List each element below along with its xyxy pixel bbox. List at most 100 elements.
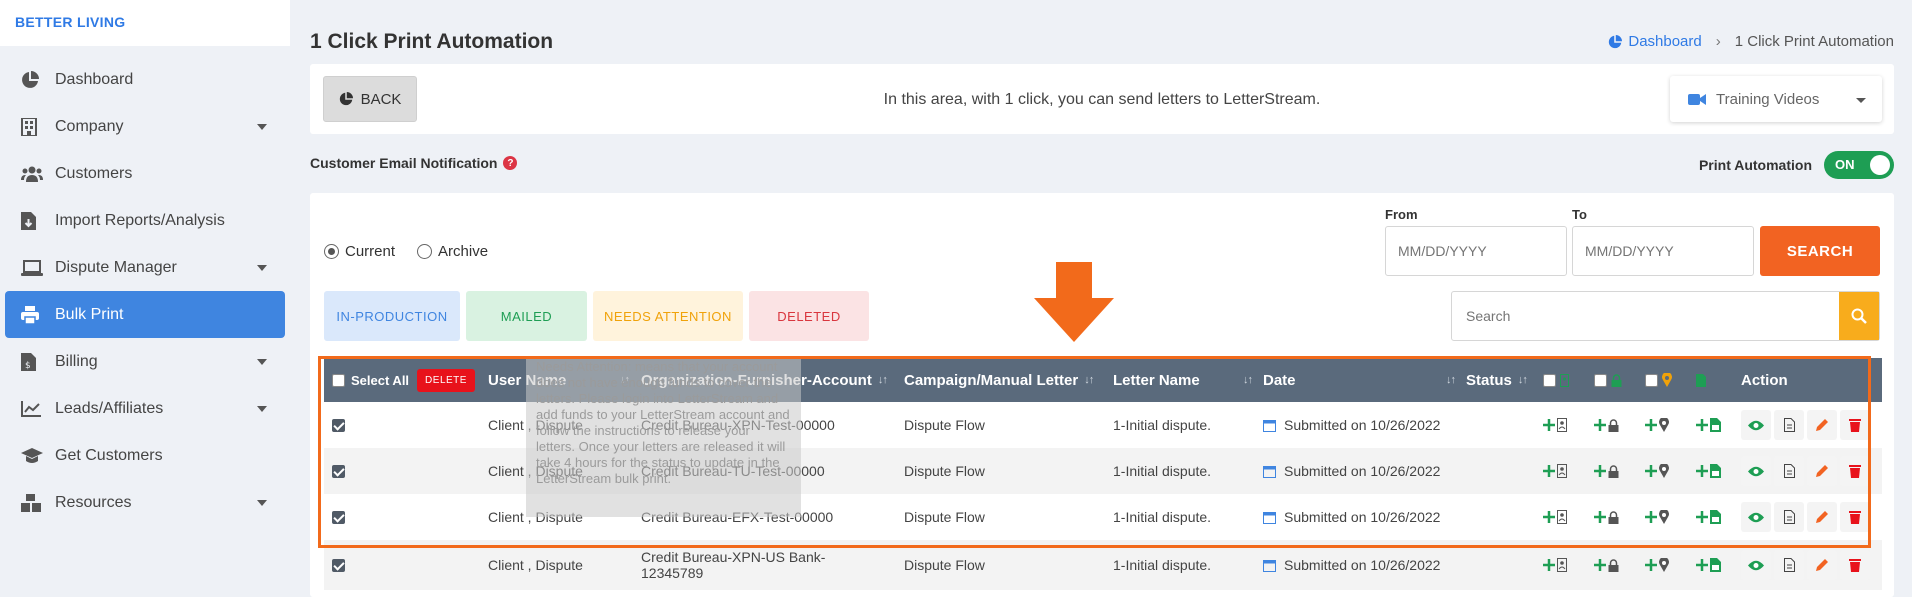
brand-logo[interactable]: BETTER LIVING xyxy=(0,0,290,46)
sidebar-item-dashboard[interactable]: Dashboard xyxy=(5,56,285,103)
date-text: Submitted on 10/26/2022 xyxy=(1284,557,1441,573)
print-automation-label: Print Automation xyxy=(1698,157,1812,173)
sidebar-item-leads-affiliates[interactable]: Leads/Affiliates xyxy=(5,385,285,432)
breadcrumb-current: 1 Click Print Automation xyxy=(1734,33,1894,50)
sidebar-item-label: Resources xyxy=(55,493,132,511)
page-title: 1 Click Print Automation xyxy=(310,30,554,53)
tab-mailed[interactable]: MAILED xyxy=(466,291,587,341)
sidebar-item-label: Bulk Print xyxy=(55,305,124,323)
tab-needs-attention[interactable]: NEEDS ATTENTION xyxy=(593,291,743,341)
sidebar-item-company[interactable]: Company xyxy=(5,103,285,150)
sidebar-item-dispute-manager[interactable]: Dispute Manager xyxy=(5,244,285,291)
sidebar-item-label: Billing xyxy=(55,352,98,370)
plus-icon xyxy=(1594,559,1606,571)
help-icon[interactable]: ? xyxy=(503,156,518,170)
sidebar-item-customers[interactable]: Customers xyxy=(5,150,285,197)
cell-date: Submitted on 10/26/2022 xyxy=(1263,557,1440,573)
email-notification-label: Customer Email Notification xyxy=(310,155,498,171)
print-automation-toggle[interactable]: ON xyxy=(1824,151,1894,179)
add-contact-button[interactable] xyxy=(1543,558,1567,572)
chevron-down-icon xyxy=(257,500,267,506)
toggle-knob xyxy=(1870,155,1890,175)
map-pin-icon xyxy=(1659,558,1669,572)
lock-icon xyxy=(1608,558,1619,572)
print-icon xyxy=(21,305,55,324)
search-icon-button[interactable] xyxy=(1839,292,1879,340)
sidebar-item-resources[interactable]: Resources xyxy=(5,479,285,526)
document-button[interactable] xyxy=(1774,550,1804,580)
row-actions xyxy=(1741,550,1870,580)
pie-chart-icon xyxy=(1609,34,1623,48)
view-radio-group: Current Archive xyxy=(324,243,488,260)
search-input[interactable] xyxy=(1452,292,1822,340)
table-search xyxy=(1451,291,1880,341)
file-import-icon xyxy=(21,211,55,230)
from-label: From xyxy=(1385,207,1418,222)
search-button[interactable]: SEARCH xyxy=(1760,226,1880,276)
sidebar-item-import-reports[interactable]: Import Reports/Analysis xyxy=(5,197,285,244)
to-label: To xyxy=(1572,207,1587,222)
intro-text: In this area, with 1 click, you can send… xyxy=(883,91,1321,108)
chart-line-icon xyxy=(21,400,55,417)
back-button[interactable]: BACK xyxy=(323,76,417,122)
arrow-down-icon xyxy=(1034,262,1114,342)
status-tabs: IN-PRODUCTION MAILED NEEDS ATTENTION DEL… xyxy=(324,291,869,341)
building-icon xyxy=(21,117,55,136)
chevron-right-icon: › xyxy=(1715,33,1721,50)
svg-text:$: $ xyxy=(25,361,31,371)
toggle-label: ON xyxy=(1835,157,1855,172)
view-button[interactable] xyxy=(1741,550,1771,580)
edit-button[interactable] xyxy=(1807,550,1837,580)
from-date-input[interactable] xyxy=(1385,226,1567,276)
chevron-down-icon xyxy=(1856,98,1866,103)
cell-letter-name: 1-Initial dispute. xyxy=(1113,557,1212,573)
sidebar: BETTER LIVING Dashboard Company Customer… xyxy=(0,0,290,597)
add-location-button[interactable] xyxy=(1645,558,1669,572)
plus-icon xyxy=(1696,559,1708,571)
add-lock-button[interactable] xyxy=(1594,558,1619,572)
sidebar-item-label: Dispute Manager xyxy=(55,258,177,276)
cell-campaign: Dispute Flow xyxy=(904,557,985,573)
chevron-down-icon xyxy=(257,124,267,130)
chevron-down-icon xyxy=(257,359,267,365)
sidebar-item-label: Leads/Affiliates xyxy=(55,399,164,417)
plus-icon xyxy=(1543,559,1555,571)
add-file-button[interactable] xyxy=(1696,558,1721,572)
invoice-icon: $ xyxy=(21,352,55,371)
to-date-input[interactable] xyxy=(1572,226,1754,276)
radio-current[interactable]: Current xyxy=(324,243,395,260)
print-automation: Print Automation ON xyxy=(1699,151,1894,179)
radio-archive-label: Archive xyxy=(438,243,489,260)
breadcrumb: Dashboard › 1 Click Print Automation xyxy=(1608,33,1894,50)
training-videos-label: Training Videos xyxy=(1716,90,1820,108)
sidebar-item-billing[interactable]: $ Billing xyxy=(5,338,285,385)
training-videos-dropdown[interactable]: Training Videos xyxy=(1670,76,1882,122)
sidebar-nav: Dashboard Company Customers Import Repor… xyxy=(0,56,290,526)
search-icon xyxy=(1851,308,1867,324)
sidebar-item-get-customers[interactable]: Get Customers xyxy=(5,432,285,479)
tab-deleted[interactable]: DELETED xyxy=(749,291,869,341)
trash-icon xyxy=(1849,558,1861,572)
tab-in-production[interactable]: IN-PRODUCTION xyxy=(324,291,460,341)
chevron-down-icon xyxy=(257,265,267,271)
chevron-down-icon xyxy=(257,406,267,412)
delete-row-button[interactable] xyxy=(1840,550,1870,580)
contact-card-icon xyxy=(1557,558,1567,572)
sidebar-item-label: Dashboard xyxy=(55,70,134,88)
cell-user-name: Client , Dispute xyxy=(488,557,583,573)
row-checkbox[interactable] xyxy=(332,558,345,572)
radio-button-checked[interactable] xyxy=(324,244,339,259)
file-image-icon xyxy=(1710,558,1721,572)
pie-chart-icon xyxy=(339,92,353,106)
breadcrumb-dashboard-link[interactable]: Dashboard xyxy=(1608,33,1702,50)
eye-icon xyxy=(1748,560,1764,571)
boxes-icon xyxy=(21,493,55,512)
intro-card: In this area, with 1 click, you can send… xyxy=(310,64,1894,134)
graduation-cap-icon xyxy=(21,447,55,464)
pie-chart-icon xyxy=(21,70,55,89)
users-icon xyxy=(21,166,55,182)
radio-archive[interactable]: Archive xyxy=(417,243,488,260)
email-notification: Customer Email Notification ? xyxy=(310,155,518,171)
radio-button[interactable] xyxy=(417,244,433,259)
sidebar-item-bulk-print[interactable]: Bulk Print xyxy=(5,291,285,338)
